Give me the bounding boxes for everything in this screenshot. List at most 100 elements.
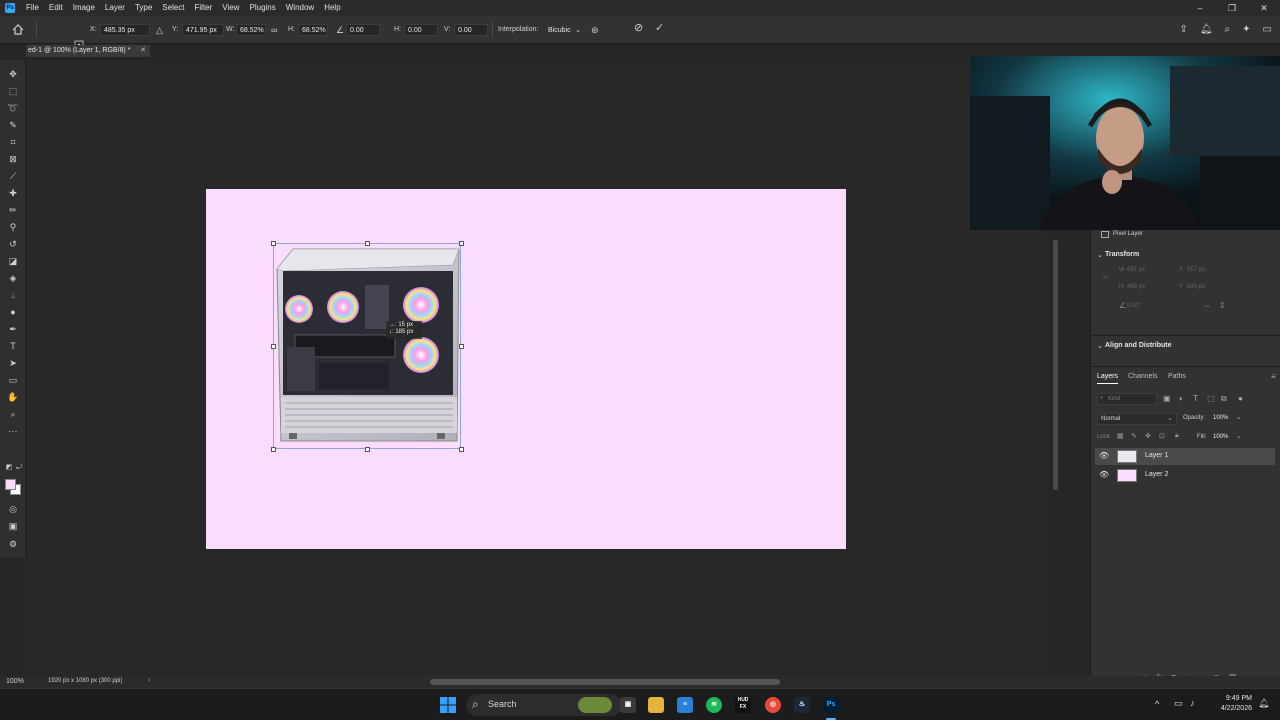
- task-view-icon[interactable]: ▣: [620, 697, 636, 713]
- paint-bucket-icon[interactable]: ◈: [7, 272, 19, 284]
- hud-fx-app-icon[interactable]: HUD FX: [735, 697, 751, 713]
- taskbar-clock[interactable]: 9:49 PM 4/22/2026: [1208, 694, 1252, 714]
- panel-scrollbar[interactable]: [1052, 240, 1060, 660]
- properties-h-field[interactable]: 480 px: [1127, 284, 1145, 290]
- more-tools-icon[interactable]: ⋯: [7, 425, 19, 437]
- swap-colors-icon[interactable]: ⤾: [13, 462, 25, 474]
- tab-layers[interactable]: Layers: [1097, 373, 1119, 384]
- spotify-icon[interactable]: ≋: [706, 697, 722, 713]
- healing-brush-icon[interactable]: ✚: [7, 187, 19, 199]
- horizontal-scrollbar[interactable]: [430, 679, 780, 685]
- transform-handle-bottom[interactable]: [365, 447, 370, 452]
- panel-menu-icon[interactable]: ≡: [1271, 372, 1276, 381]
- properties-angle-field[interactable]: 0.00°: [1127, 303, 1141, 309]
- network-icon[interactable]: ▭: [1174, 698, 1183, 709]
- transform-bounding-box[interactable]: [273, 243, 461, 449]
- properties-x-field[interactable]: 557 px: [1187, 267, 1205, 273]
- eraser-tool-icon[interactable]: ◪: [7, 255, 19, 267]
- transform-handle-right[interactable]: [459, 344, 464, 349]
- menu-file[interactable]: File: [21, 0, 44, 16]
- blend-mode-select[interactable]: Normal ⌄: [1097, 413, 1177, 425]
- menu-plugins[interactable]: Plugins: [245, 0, 281, 16]
- properties-w-field[interactable]: 657 px: [1127, 267, 1145, 273]
- notifications-icon[interactable]: 🔔︎: [1200, 24, 1213, 35]
- chevron-down-icon[interactable]: ⌄: [1236, 432, 1242, 440]
- chevron-up-icon[interactable]: ^: [1155, 699, 1159, 709]
- rectangle-tool-icon[interactable]: ▭: [7, 374, 19, 386]
- home-icon[interactable]: [12, 24, 24, 35]
- interpolation-select[interactable]: Bicubic ⌄: [544, 24, 584, 36]
- height-percent-field[interactable]: 68.52%: [298, 24, 328, 36]
- visibility-eye-icon[interactable]: 👁︎: [1099, 471, 1109, 479]
- warp-mode-icon[interactable]: ⊛: [591, 25, 599, 35]
- lock-artboard-icon[interactable]: ⊡: [1159, 432, 1165, 440]
- file-explorer-icon[interactable]: [648, 697, 664, 713]
- taskbar-search[interactable]: ⌕ Search: [466, 694, 622, 716]
- quick-mask-icon[interactable]: ◎: [7, 503, 19, 515]
- restore-button[interactable]: ❐: [1216, 0, 1248, 16]
- foreground-color-swatch[interactable]: [5, 479, 16, 490]
- hand-tool-icon[interactable]: ✋: [7, 391, 19, 403]
- crop-tool-icon[interactable]: ⌗: [7, 136, 19, 148]
- transform-handle-top-right[interactable]: [459, 241, 464, 246]
- delta-icon[interactable]: △: [156, 25, 163, 35]
- menu-help[interactable]: Help: [319, 0, 345, 16]
- notepad-icon[interactable]: ≡: [677, 697, 693, 713]
- menu-view[interactable]: View: [217, 0, 244, 16]
- edit-toolbar-icon[interactable]: ⚙: [7, 538, 19, 550]
- blur-tool-icon[interactable]: 💧︎: [7, 289, 19, 301]
- x-position-field[interactable]: 485.35 px: [100, 24, 150, 36]
- vertical-skew-field[interactable]: 0.00: [454, 24, 488, 36]
- chevron-down-icon[interactable]: ⌄: [1097, 342, 1103, 350]
- pen-tool-icon[interactable]: ✒: [7, 323, 19, 335]
- fill-field[interactable]: 100%: [1213, 434, 1228, 440]
- workspace-icon[interactable]: ▭: [1263, 24, 1272, 35]
- link-icon[interactable]: ∞: [1103, 274, 1108, 281]
- search-icon[interactable]: ⌕: [1225, 24, 1231, 35]
- close-document-icon[interactable]: ✕: [140, 45, 146, 57]
- notification-bell-icon[interactable]: 🔔︎: [1258, 698, 1269, 709]
- menu-filter[interactable]: Filter: [190, 0, 218, 16]
- properties-y-field[interactable]: 540 px: [1187, 284, 1205, 290]
- filter-shape-icon[interactable]: ⬚: [1207, 394, 1215, 403]
- share-icon[interactable]: ⇪: [1179, 24, 1187, 35]
- lock-transparency-icon[interactable]: ▦: [1117, 432, 1124, 440]
- layer-row-layer-2[interactable]: 👁︎ Layer 2: [1095, 467, 1275, 484]
- y-position-field[interactable]: 471.95 px: [182, 24, 224, 36]
- visibility-eye-icon[interactable]: 👁︎: [1099, 452, 1109, 460]
- flip-vertical-icon[interactable]: ⇕: [1219, 301, 1226, 310]
- clone-stamp-icon[interactable]: ⚲: [7, 221, 19, 233]
- link-icon[interactable]: ∞: [271, 25, 277, 35]
- transform-handle-bottom-left[interactable]: [271, 447, 276, 452]
- frame-tool-icon[interactable]: ⊠: [7, 153, 19, 165]
- filter-pixel-icon[interactable]: ▣: [1163, 394, 1171, 403]
- marquee-tool-icon[interactable]: ⬚: [7, 85, 19, 97]
- minimize-button[interactable]: –: [1184, 0, 1216, 16]
- menu-window[interactable]: Window: [281, 0, 319, 16]
- steam-icon[interactable]: ♨: [794, 697, 810, 713]
- menu-type[interactable]: Type: [130, 0, 157, 16]
- close-window-button[interactable]: ✕: [1248, 0, 1280, 16]
- filter-smart-object-icon[interactable]: ⧉: [1221, 394, 1227, 404]
- chevron-right-icon[interactable]: ›: [148, 677, 150, 684]
- lock-position-icon[interactable]: ✥: [1145, 432, 1151, 440]
- document-info[interactable]: 1920 px x 1080 px (300 ppi): [48, 678, 122, 684]
- document-tab[interactable]: ed-1 @ 100% (Layer 1, RGB/8) * ✕: [26, 45, 150, 57]
- windows-start-icon[interactable]: [440, 697, 456, 713]
- discover-icon[interactable]: ✦: [1242, 24, 1250, 35]
- path-selection-icon[interactable]: ➤: [7, 357, 19, 369]
- align-distribute-title[interactable]: Align and Distribute: [1105, 342, 1172, 349]
- transform-handle-left[interactable]: [271, 344, 276, 349]
- layer-filter-input[interactable]: ⌕ Kind: [1097, 393, 1157, 405]
- transform-section-title[interactable]: Transform: [1105, 251, 1139, 258]
- menu-layer[interactable]: Layer: [100, 0, 130, 16]
- lock-all-icon[interactable]: 🔒︎: [1175, 432, 1179, 440]
- photoshop-taskbar-icon[interactable]: Ps: [823, 697, 839, 713]
- chevron-down-icon[interactable]: ⌄: [1236, 413, 1242, 421]
- move-tool-icon[interactable]: ✥: [7, 68, 19, 80]
- zoom-tool-icon[interactable]: ⌕: [7, 408, 19, 420]
- history-brush-icon[interactable]: ↺: [7, 238, 19, 250]
- transform-handle-bottom-right[interactable]: [459, 447, 464, 452]
- lock-pixels-icon[interactable]: ✎: [1131, 432, 1137, 440]
- opacity-field[interactable]: 100%: [1213, 415, 1228, 421]
